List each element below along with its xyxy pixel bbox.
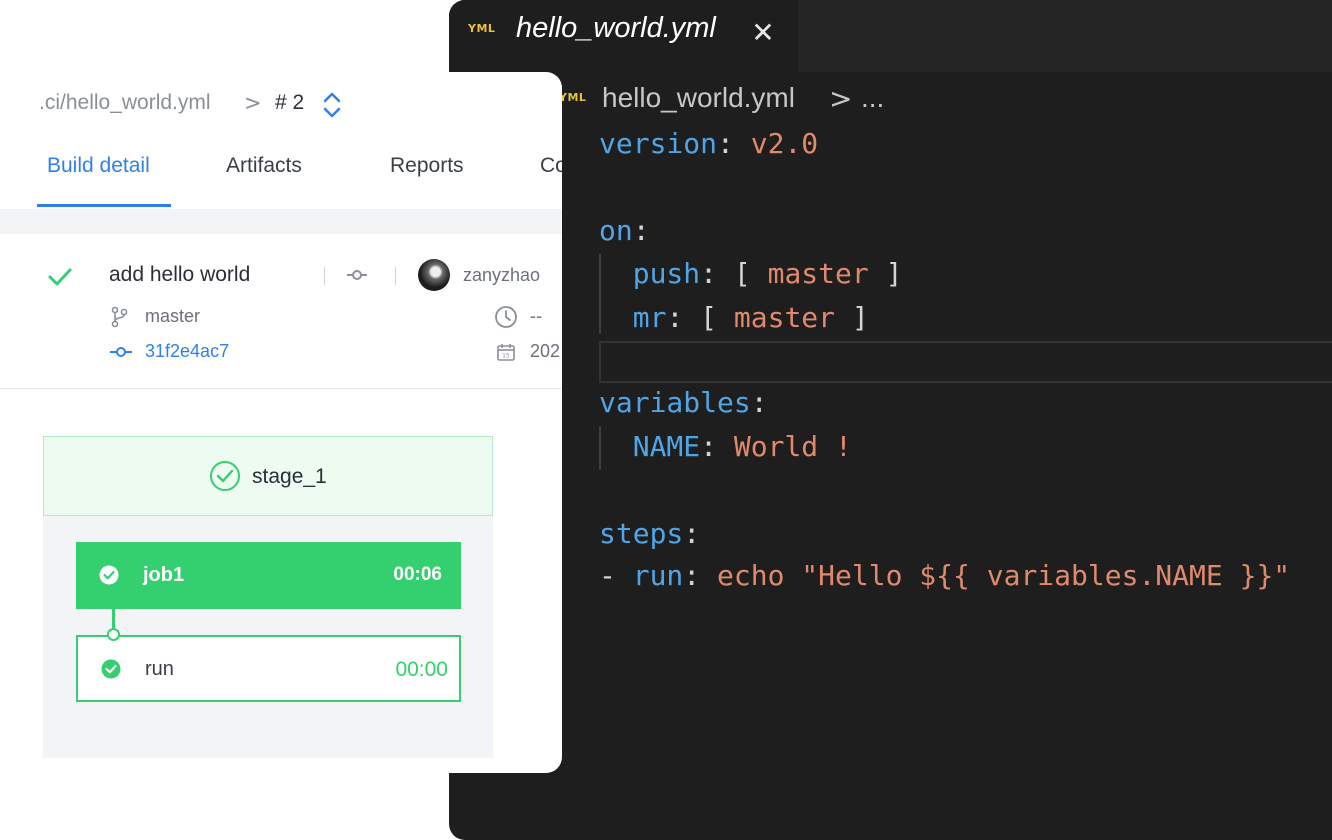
code-line: on:: [599, 214, 650, 247]
code-line: - run: echo "Hello ${{ variables.NAME }}…: [599, 559, 1291, 592]
divider: [324, 267, 325, 285]
build-number: # 2: [275, 91, 305, 114]
commit-sha-link[interactable]: 31f2e4ac7: [145, 341, 229, 362]
step-connector: [112, 609, 115, 629]
connector-dot: [107, 628, 120, 641]
code-line: variables:: [599, 386, 768, 419]
stage-header[interactable]: stage_1: [43, 436, 493, 516]
step-name: run: [145, 658, 174, 680]
job-name: job1: [143, 564, 185, 586]
commit-title: add hello world: [109, 263, 251, 286]
step-card[interactable]: run 00:00: [76, 635, 461, 702]
code-area[interactable]: version: v2.0 on: push: [ master ] mr: […: [449, 0, 1332, 840]
check-circle-icon: [210, 461, 240, 491]
chevron-right-icon: >: [244, 91, 262, 115]
stage-name: stage_1: [252, 465, 327, 488]
build-tabs: Build detail Artifacts Reports Co: [0, 136, 562, 209]
divider: [0, 388, 562, 389]
commit-icon: [347, 270, 367, 280]
job-card[interactable]: job1 00:06: [76, 542, 461, 609]
code-line: push: [ master ]: [632, 257, 903, 290]
section-divider: [0, 209, 562, 234]
step-duration: 00:00: [395, 658, 448, 681]
tab-co[interactable]: Co: [540, 154, 562, 178]
job-duration: 00:06: [393, 564, 442, 585]
divider: [395, 267, 396, 285]
ci-build-panel: .ci/hello_world.yml > # 2 Build detail A…: [0, 72, 562, 773]
check-circle-icon: [99, 565, 119, 585]
code-line: steps:: [599, 517, 701, 550]
code-line: mr: [ master ]: [632, 301, 869, 334]
tab-artifacts[interactable]: Artifacts: [226, 154, 302, 178]
calendar-icon: 15: [497, 344, 515, 361]
pipeline-stage: stage_1 job1 00:06 run 00:00: [43, 436, 493, 758]
branch-name[interactable]: master: [145, 306, 200, 327]
commit-sha-icon: [110, 347, 132, 357]
clock-icon: [495, 306, 517, 328]
code-editor: YML hello_world.yml ✕ YML hello_world.ym…: [449, 0, 1332, 840]
check-icon: [48, 268, 72, 286]
switch-build-icon[interactable]: [320, 89, 344, 121]
breadcrumb-pipeline-file[interactable]: .ci/hello_world.yml: [39, 91, 211, 115]
code-line: version: v2.0: [599, 127, 819, 160]
tab-build-detail[interactable]: Build detail: [47, 154, 150, 178]
tab-reports[interactable]: Reports: [390, 154, 464, 178]
current-line-highlight: [599, 341, 1332, 383]
commit-author[interactable]: zanyzhao: [463, 265, 540, 286]
branch-icon: [111, 306, 128, 328]
svg-text:15: 15: [502, 353, 510, 360]
build-duration: --: [530, 306, 542, 326]
check-circle-icon: [101, 659, 121, 679]
avatar[interactable]: [418, 259, 450, 291]
build-date: 202: [530, 341, 561, 361]
code-line: NAME: World !: [632, 430, 852, 463]
active-tab-indicator: [37, 204, 171, 207]
